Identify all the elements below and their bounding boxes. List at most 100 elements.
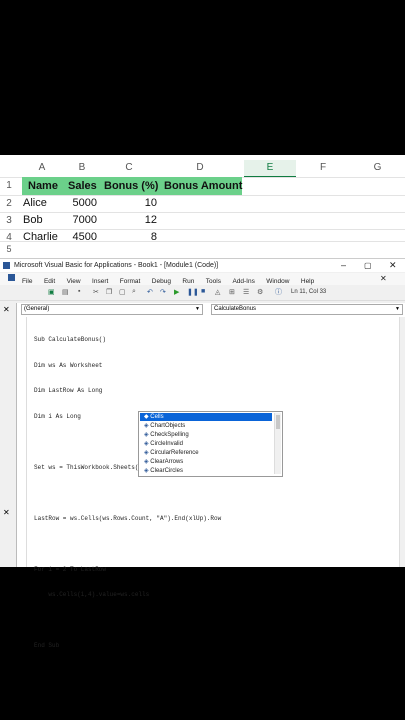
insert-module-icon[interactable]: ▤ — [62, 288, 69, 296]
autocomplete-item-label: ClearCircles — [150, 468, 183, 474]
code-line[interactable] — [34, 540, 221, 549]
maximize-icon[interactable]: ▢ — [364, 259, 372, 272]
grid-line — [0, 229, 405, 230]
design-mode-icon[interactable]: ◬ — [215, 288, 220, 296]
pane-close-icon[interactable]: ✕ — [3, 508, 10, 517]
object-dropdown-value: (General) — [24, 306, 50, 312]
doc-icon — [8, 274, 15, 281]
menu-help[interactable]: Help — [301, 278, 314, 285]
col-header-f[interactable]: F — [296, 160, 350, 176]
save-icon[interactable]: ▪ — [78, 288, 80, 295]
vertical-scrollbar[interactable] — [399, 317, 405, 567]
col-header-a[interactable]: A — [22, 160, 62, 176]
autocomplete-scrollbar[interactable] — [274, 413, 281, 474]
col-header-e[interactable]: E — [244, 160, 296, 178]
method-icon: ◈ — [144, 459, 149, 465]
object-dropdown[interactable]: (General) ▼ — [21, 304, 203, 315]
scrollbar-thumb[interactable] — [276, 415, 280, 429]
code-line[interactable] — [34, 617, 221, 626]
menu-add-ins[interactable]: Add-Ins — [232, 278, 254, 285]
code-window[interactable]: (General) ▼ CalculateBonus ▼ Sub Calcula… — [16, 303, 405, 649]
cell-c4[interactable]: 8 — [110, 229, 157, 246]
menu-insert[interactable]: Insert — [92, 278, 108, 285]
code-line[interactable]: Dim ws As Worksheet — [34, 362, 221, 371]
close-icon[interactable]: ✕ — [389, 259, 397, 272]
find-icon[interactable]: ⌕ — [132, 288, 136, 296]
procedure-dropdown[interactable]: CalculateBonus ▼ — [211, 304, 403, 315]
code-line[interactable]: ws.Cells(i,4).value=ws.cells — [34, 591, 221, 600]
autocomplete-item[interactable]: ◈ CircularReference — [144, 449, 199, 457]
autocomplete-item[interactable]: ◆ Cells — [144, 413, 164, 421]
code-line[interactable]: For i = 2 To LastRow — [34, 566, 221, 575]
header-name[interactable]: Name — [28, 177, 58, 195]
margin-indicator-bar — [26, 317, 27, 567]
menu-debug[interactable]: Debug — [152, 278, 171, 285]
procedure-dropdown-value: CalculateBonus — [214, 306, 257, 312]
col-header-g[interactable]: G — [350, 160, 405, 176]
paste-icon[interactable]: ▢ — [119, 288, 126, 296]
autocomplete-list[interactable]: ◆ Cells ◈ ChartObjects ◈ CheckSpelling ◈… — [138, 411, 283, 477]
cell-a4[interactable]: Charlie — [23, 229, 58, 246]
code-line[interactable]: End Sub — [34, 642, 221, 651]
autocomplete-item[interactable]: ◈ ClearArrows — [144, 458, 183, 466]
cell-b4[interactable]: 4500 — [62, 229, 97, 246]
autocomplete-item-label: CircleInvalid — [150, 441, 183, 447]
cell-b3[interactable]: 7000 — [62, 212, 97, 229]
minimize-icon[interactable]: – — [341, 259, 346, 272]
code-line[interactable] — [34, 489, 221, 498]
excel-icon[interactable]: ▣ — [48, 288, 55, 296]
header-bonus-amount[interactable]: Bonus Amount — [164, 177, 242, 195]
row-header-1[interactable]: 1 — [0, 177, 18, 195]
code-text[interactable]: Sub CalculateBonus() Dim ws As Worksheet… — [34, 319, 221, 668]
menu-bar: File Edit View Insert Format Debug Run T… — [0, 273, 405, 285]
copy-icon[interactable]: ❐ — [106, 288, 112, 296]
menu-view[interactable]: View — [67, 278, 81, 285]
pane-close-icon[interactable]: ✕ — [3, 305, 10, 314]
chevron-down-icon[interactable]: ▼ — [395, 305, 400, 314]
menu-window[interactable]: Window — [266, 278, 289, 285]
run-icon[interactable]: ▶ — [174, 288, 179, 296]
object-browser-icon[interactable]: ⚙ — [257, 288, 263, 296]
header-bonus-pct[interactable]: Bonus (%) — [104, 177, 158, 195]
cell-c3[interactable]: 12 — [110, 212, 157, 229]
menu-tools[interactable]: Tools — [206, 278, 221, 285]
cut-icon[interactable]: ✂ — [93, 288, 99, 296]
grid-line — [0, 212, 405, 213]
col-header-b[interactable]: B — [62, 160, 102, 176]
col-header-d[interactable]: D — [156, 160, 244, 176]
menu-format[interactable]: Format — [120, 278, 141, 285]
undo-icon[interactable]: ↶ — [147, 288, 153, 296]
menu-run[interactable]: Run — [182, 278, 194, 285]
break-icon[interactable]: ❚❚ — [187, 288, 199, 296]
excel-grid: A B C D E F G 1 2 3 4 5 Name Sales Bonus… — [0, 155, 405, 258]
menu-file[interactable]: File — [22, 278, 32, 285]
reset-icon[interactable]: ■ — [201, 288, 205, 295]
properties-icon[interactable]: ☰ — [243, 288, 249, 296]
redo-icon[interactable]: ↷ — [160, 288, 166, 296]
autocomplete-item[interactable]: ◈ ClearCircles — [144, 467, 183, 475]
autocomplete-item-label: Cells — [150, 414, 164, 420]
cell-c2[interactable]: 10 — [110, 195, 157, 212]
vba-editor-window: Microsoft Visual Basic for Applications … — [0, 258, 405, 649]
cell-a3[interactable]: Bob — [23, 212, 43, 229]
menu-close-icon[interactable]: ✕ — [380, 273, 387, 285]
cell-b2[interactable]: 5000 — [62, 195, 97, 212]
vba-app-icon — [3, 262, 10, 269]
menu-edit[interactable]: Edit — [44, 278, 55, 285]
code-line[interactable]: LastRow = ws.Cells(ws.Rows.Count, "A").E… — [34, 515, 221, 524]
chevron-down-icon[interactable]: ▼ — [195, 305, 200, 314]
help-icon[interactable]: ⓘ — [275, 287, 282, 297]
code-line[interactable]: Sub CalculateBonus() — [34, 336, 221, 345]
header-sales[interactable]: Sales — [68, 177, 97, 195]
autocomplete-item[interactable]: ◈ CheckSpelling — [144, 431, 189, 439]
cell-a2[interactable]: Alice — [23, 195, 47, 212]
col-header-c[interactable]: C — [102, 160, 156, 176]
row-header-3[interactable]: 3 — [0, 212, 18, 229]
code-line[interactable]: Dim LastRow As Long — [34, 387, 221, 396]
property-icon: ◈ — [144, 423, 149, 429]
autocomplete-item[interactable]: ◈ CircleInvalid — [144, 440, 183, 448]
autocomplete-item[interactable]: ◈ ChartObjects — [144, 422, 185, 430]
row-header-2[interactable]: 2 — [0, 195, 18, 212]
project-explorer-icon[interactable]: ⊞ — [229, 288, 235, 296]
row-header-5[interactable]: 5 — [0, 243, 18, 256]
